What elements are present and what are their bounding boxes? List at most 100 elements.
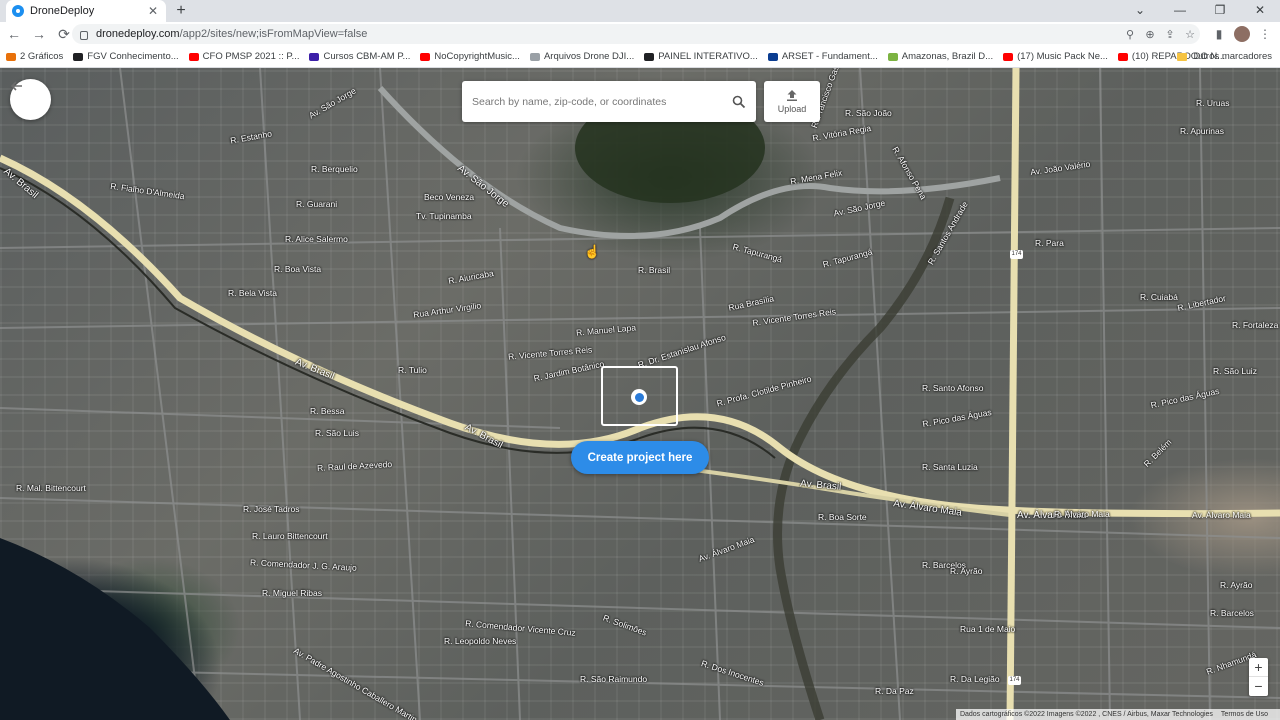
address-bar[interactable]: dronedeploy.com /app2/sites/new;isFromMa… bbox=[72, 24, 1200, 44]
route-badge: 174 bbox=[1008, 676, 1021, 685]
street-label: R. Santo Afonso bbox=[922, 383, 984, 393]
bookmark-favicon-icon bbox=[1003, 52, 1014, 61]
attribution-text: Dados cartográficos ©2022 Imagens ©2022 … bbox=[959, 711, 1213, 718]
dronedeploy-favicon-icon bbox=[12, 5, 24, 17]
upload-label: Upload bbox=[777, 104, 807, 114]
bookmark-item[interactable]: (17) Music Pack Ne... bbox=[1003, 51, 1108, 62]
street-label: R. Santa Luzia bbox=[922, 462, 978, 472]
share-icon[interactable]: ⇪ bbox=[1160, 28, 1180, 41]
address-bar-icons: ⚲ ⊕ ⇪ ☆ bbox=[1120, 24, 1200, 44]
search-icon[interactable] bbox=[732, 95, 746, 109]
street-label: R. Boa Sorte bbox=[818, 512, 867, 522]
street-label: R. São Luiz bbox=[1213, 366, 1257, 376]
close-window-button[interactable]: ✕ bbox=[1240, 0, 1280, 22]
street-label: R. Ayrão bbox=[1220, 580, 1253, 590]
arrow-left-icon bbox=[10, 81, 22, 91]
new-tab-button[interactable]: + bbox=[172, 2, 190, 20]
tab-title: DroneDeploy bbox=[30, 5, 95, 17]
street-label: R. Guarani bbox=[296, 199, 338, 209]
street-label: Av. Álvaro Maia bbox=[1192, 510, 1251, 520]
zoom-out-button[interactable]: − bbox=[1249, 677, 1268, 696]
bookmark-item[interactable]: ARSET - Fundament... bbox=[767, 51, 878, 62]
upload-icon bbox=[787, 90, 797, 101]
bookmark-favicon-icon bbox=[1117, 52, 1128, 61]
street-label: Rua 1 de Maio bbox=[960, 624, 1016, 634]
create-project-button[interactable]: Create project here bbox=[571, 441, 709, 474]
terms-link[interactable]: Termos de Uso bbox=[1221, 711, 1268, 718]
bookmark-star-icon[interactable]: ☆ bbox=[1180, 28, 1200, 41]
street-label: R. Mal. Bittencourt bbox=[16, 483, 86, 493]
street-label: R. Álvaro Maia bbox=[1054, 509, 1110, 519]
street-label: R. São João bbox=[845, 108, 892, 118]
street-label: R. Bessa bbox=[310, 406, 345, 416]
street-label: R. Miguel Ribas bbox=[262, 588, 322, 598]
other-bookmarks-folder[interactable]: Outros marcadores bbox=[1176, 51, 1272, 62]
street-label: R. Da Legião bbox=[950, 674, 1000, 684]
back-button[interactable] bbox=[10, 79, 51, 120]
zoom-icon[interactable]: ⊕ bbox=[1140, 28, 1160, 41]
street-label: R. Boa Vista bbox=[274, 264, 322, 274]
toolbar-right: ▮ ⋮ bbox=[1208, 24, 1276, 44]
close-tab-icon[interactable]: ✕ bbox=[146, 4, 160, 18]
street-label: Beco Veneza bbox=[424, 192, 475, 202]
bookmark-item[interactable]: 2 Gráficos bbox=[6, 51, 63, 62]
street-label: R. Cuiabá bbox=[1140, 292, 1178, 302]
bookmark-item[interactable]: Amazonas, Brazil D... bbox=[887, 51, 993, 62]
bookmark-item[interactable]: NoCopyrightMusic... bbox=[420, 51, 520, 62]
street-label: R. Da Paz bbox=[875, 686, 914, 696]
tab-strip: DroneDeploy ✕ + ⌄ — ❐ ✕ bbox=[0, 0, 1280, 22]
restore-button[interactable]: ❐ bbox=[1200, 0, 1240, 22]
street-label: R. Uruas bbox=[1196, 98, 1230, 108]
bookmark-favicon-icon bbox=[6, 52, 16, 61]
side-panel-icon[interactable]: ▮ bbox=[1208, 27, 1230, 41]
street-label: R. São Raimundo bbox=[580, 674, 648, 684]
location-pin-icon bbox=[631, 389, 647, 405]
zoom-control: + − bbox=[1249, 658, 1268, 696]
bookmark-favicon-icon bbox=[73, 52, 84, 61]
street-label: R. Lauro Bittencourt bbox=[252, 531, 328, 541]
bookmark-favicon-icon bbox=[420, 52, 431, 61]
street-label: R. São Luis bbox=[315, 428, 359, 438]
bookmark-favicon-icon bbox=[887, 52, 898, 61]
street-label: R. Fortaleza bbox=[1232, 320, 1279, 330]
browser-toolbar: ← → ⟳ dronedeploy.com /app2/sites/new;is… bbox=[0, 22, 1280, 46]
window-controls: ⌄ — ❐ ✕ bbox=[1120, 0, 1280, 22]
route-badge: 174 bbox=[1010, 250, 1023, 259]
bookmarks-bar: 2 Gráficos FGV Conhecimento... CFO PMSP … bbox=[0, 46, 1280, 68]
back-arrow-icon[interactable]: ← bbox=[3, 23, 25, 45]
location-search[interactable] bbox=[462, 81, 756, 122]
bookmark-favicon-icon bbox=[309, 52, 320, 61]
forward-arrow-icon[interactable]: → bbox=[28, 23, 50, 45]
tab-search-icon[interactable]: ⌄ bbox=[1120, 0, 1160, 22]
satellite-map[interactable]: Av. Brasil Av. Brasil Av. Brasil Av. Bra… bbox=[0, 68, 1280, 720]
bookmark-item[interactable]: Arquivos Drone DJI... bbox=[529, 51, 634, 62]
street-label: R. Ayrão bbox=[950, 566, 983, 576]
search-input[interactable] bbox=[472, 95, 732, 108]
street-label: R. Alice Salermo bbox=[285, 234, 348, 244]
minimize-button[interactable]: — bbox=[1160, 0, 1200, 22]
street-label: R. Brasil bbox=[638, 265, 671, 275]
bookmark-favicon-icon bbox=[188, 52, 199, 61]
menu-kebab-icon[interactable]: ⋮ bbox=[1254, 27, 1276, 41]
bookmark-item[interactable]: FGV Conhecimento... bbox=[73, 51, 179, 62]
street-label: Tv. Tupinamba bbox=[416, 211, 472, 221]
bookmark-item[interactable]: PAINEL INTERATIVO... bbox=[644, 51, 758, 62]
profile-avatar[interactable] bbox=[1234, 26, 1250, 42]
bookmark-item[interactable]: CFO PMSP 2021 :: P... bbox=[188, 51, 299, 62]
lock-icon bbox=[80, 30, 88, 40]
bookmark-item[interactable]: Cursos CBM-AM P... bbox=[309, 51, 410, 62]
url-path: /app2/sites/new;isFromMapView=false bbox=[179, 28, 368, 40]
bookmark-favicon-icon bbox=[767, 52, 778, 61]
street-label: R. Berquelio bbox=[311, 164, 358, 174]
street-label: R. Leopoldo Neves bbox=[444, 636, 517, 646]
street-label: R. José Tadros bbox=[243, 504, 300, 514]
zoom-in-button[interactable]: + bbox=[1249, 658, 1268, 677]
bookmark-favicon-icon bbox=[529, 52, 540, 61]
street-label: R. Tulio bbox=[398, 365, 427, 375]
location-icon[interactable]: ⚲ bbox=[1120, 28, 1140, 41]
upload-button[interactable]: Upload bbox=[764, 81, 820, 122]
url-host: dronedeploy.com bbox=[96, 28, 180, 40]
street-label: R. Apurinas bbox=[1180, 126, 1224, 136]
tab-dronedeploy[interactable]: DroneDeploy ✕ bbox=[6, 0, 166, 22]
street-label: R. Para bbox=[1035, 238, 1064, 248]
